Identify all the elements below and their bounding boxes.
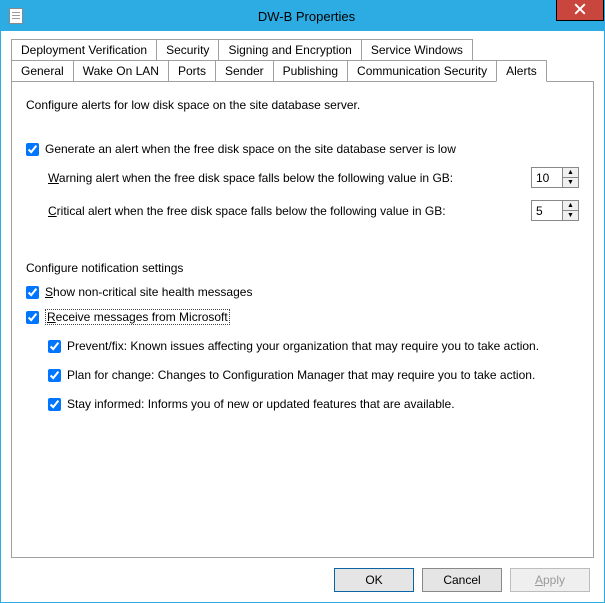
show-noncritical-checkbox[interactable] [26,286,39,299]
tab-strip: Deployment Verification Security Signing… [11,39,594,81]
tab-general[interactable]: General [11,60,74,82]
stay-informed-label: Stay informed: Informs you of new or upd… [67,397,455,412]
tab-communication-security[interactable]: Communication Security [347,60,497,82]
prevent-fix-row: Prevent/fix: Known issues affecting your… [48,339,579,354]
plan-change-checkbox[interactable] [48,369,61,382]
critical-spin-down[interactable]: ▼ [563,211,578,220]
receive-ms-label: Receive messages from Microsoft [45,310,230,325]
client-area: Deployment Verification Security Signing… [1,31,604,602]
apply-button[interactable]: Apply [510,568,590,592]
titlebar: DW-B Properties [1,1,604,31]
critical-value-spinner[interactable]: ▲ ▼ [531,200,579,221]
warning-value-input[interactable] [532,168,562,187]
generate-alert-row: Generate an alert when the free disk spa… [26,142,579,157]
tab-row-2: General Wake On LAN Ports Sender Publish… [11,60,594,81]
show-noncritical-row: Show non-critical site health messages [26,285,579,300]
warning-value-spinner[interactable]: ▲ ▼ [531,167,579,188]
tab-publishing[interactable]: Publishing [273,60,348,82]
tab-row-1: Deployment Verification Security Signing… [11,39,594,60]
plan-change-row: Plan for change: Changes to Configuratio… [48,368,579,383]
stay-informed-checkbox[interactable] [48,398,61,411]
prevent-fix-label: Prevent/fix: Known issues affecting your… [67,339,539,354]
receive-ms-checkbox[interactable] [26,311,39,324]
warning-spinner-buttons: ▲ ▼ [562,168,578,187]
critical-spinner-buttons: ▲ ▼ [562,201,578,220]
tab-alerts[interactable]: Alerts [496,60,547,82]
prevent-fix-checkbox[interactable] [48,340,61,353]
tab-wake-on-lan[interactable]: Wake On LAN [73,60,169,82]
window-title: DW-B Properties [9,9,604,24]
tab-deployment-verification[interactable]: Deployment Verification [11,39,157,61]
dialog-button-bar: OK Cancel Apply [11,558,594,596]
critical-alert-label: ritical alert when the free disk space f… [57,204,446,218]
cancel-button[interactable]: Cancel [422,568,502,592]
critical-alert-row: Critical alert when the free disk space … [48,200,579,221]
tab-service-windows[interactable]: Service Windows [361,39,473,61]
receive-ms-row: Receive messages from Microsoft [26,310,579,325]
warning-alert-row: Warning alert when the free disk space f… [48,167,579,188]
tab-signing-encryption[interactable]: Signing and Encryption [218,39,361,61]
generate-alert-checkbox[interactable] [26,143,39,156]
plan-change-label: Plan for change: Changes to Configuratio… [67,368,535,383]
close-icon [574,3,586,15]
generate-alert-label: Generate an alert when the free disk spa… [45,142,456,157]
close-button[interactable] [556,0,604,21]
ok-button[interactable]: OK [334,568,414,592]
warning-spin-down[interactable]: ▼ [563,178,578,187]
tab-sender[interactable]: Sender [215,60,274,82]
tab-ports[interactable]: Ports [168,60,216,82]
document-icon [9,8,23,24]
tab-security[interactable]: Security [156,39,219,61]
tab-content-alerts: Configure alerts for low disk space on t… [11,81,594,558]
properties-dialog: DW-B Properties Deployment Verification … [0,0,605,603]
show-noncritical-label: Show non-critical site health messages [45,285,252,300]
stay-informed-row: Stay informed: Informs you of new or upd… [48,397,579,412]
notification-settings-header: Configure notification settings [26,261,579,275]
critical-spin-up[interactable]: ▲ [563,201,578,211]
warning-spin-up[interactable]: ▲ [563,168,578,178]
warning-alert-label: arning alert when the free disk space fa… [59,171,453,185]
alerts-description: Configure alerts for low disk space on t… [26,98,579,112]
critical-value-input[interactable] [532,201,562,220]
